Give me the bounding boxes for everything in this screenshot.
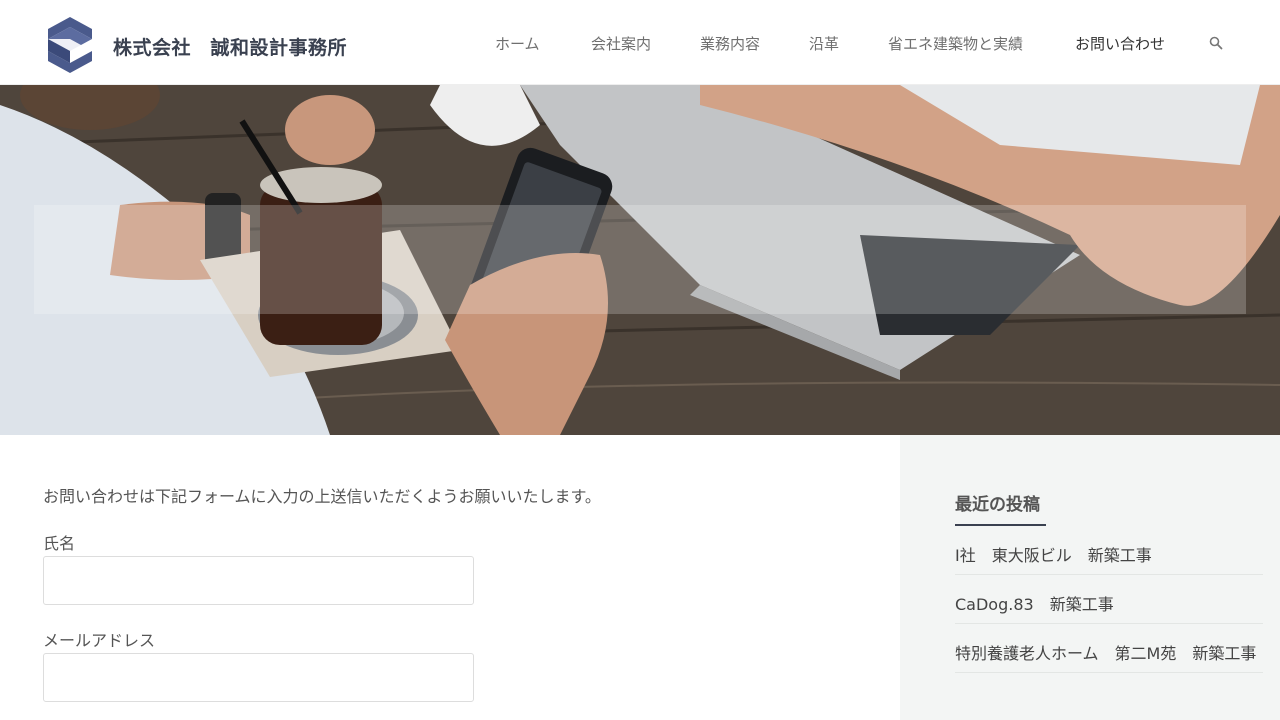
nav-item-services[interactable]: 業務内容: [700, 33, 760, 54]
site-title[interactable]: 株式会社 誠和設計事務所: [113, 33, 347, 60]
recent-post-link[interactable]: I社 東大阪ビル 新築工事: [955, 526, 1263, 574]
nav-item-home[interactable]: ホーム: [495, 33, 540, 54]
contact-intro-text: お問い合わせは下記フォームに入力の上送信いただくようお願いいたします。: [43, 487, 601, 506]
nav-item-company[interactable]: 会社案内: [591, 33, 651, 54]
nav-item-history[interactable]: 沿革: [809, 33, 839, 54]
email-field[interactable]: [43, 653, 474, 702]
recent-posts-title: 最近の投稿: [955, 495, 1040, 515]
company-logo-icon[interactable]: [45, 15, 95, 75]
search-icon[interactable]: [1209, 36, 1223, 50]
nav-item-energy-buildings[interactable]: 省エネ建築物と実績: [888, 33, 1023, 54]
list-item: CaDog.83 新築工事: [955, 575, 1263, 624]
site-header: 株式会社 誠和設計事務所 ホーム 会社案内 業務内容 沿革 省エネ建築物と実績 …: [0, 0, 1280, 85]
sidebar: 最近の投稿 I社 東大阪ビル 新築工事 CaDog.83 新築工事 特別養護老人…: [900, 435, 1280, 720]
email-label: メールアドレス: [43, 631, 156, 650]
recent-post-link[interactable]: 特別養護老人ホーム 第二M苑 新築工事: [955, 624, 1263, 672]
hero-title-box: [34, 205, 1246, 314]
name-field[interactable]: [43, 556, 474, 605]
name-label: 氏名: [43, 534, 76, 553]
nav-item-contact[interactable]: お問い合わせ: [1075, 33, 1165, 54]
recent-post-link[interactable]: CaDog.83 新築工事: [955, 575, 1263, 623]
list-item: 特別養護老人ホーム 第二M苑 新築工事: [955, 624, 1263, 673]
list-item: I社 東大阪ビル 新築工事: [955, 526, 1263, 575]
hero-banner: [0, 85, 1280, 435]
recent-posts-list: I社 東大阪ビル 新築工事 CaDog.83 新築工事 特別養護老人ホーム 第二…: [955, 526, 1263, 673]
